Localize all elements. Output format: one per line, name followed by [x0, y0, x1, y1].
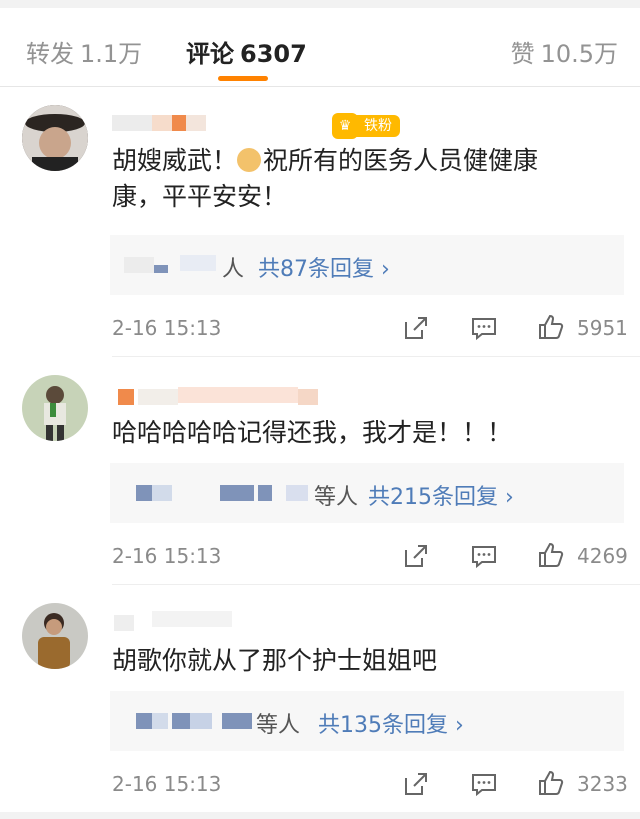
- avatar[interactable]: [22, 603, 88, 669]
- reply-count-link[interactable]: 共135条回复 ›: [318, 707, 464, 739]
- like-count: 4269: [577, 544, 628, 568]
- username-obscured[interactable]: [112, 609, 312, 631]
- reply-count-link[interactable]: 共87条回复 ›: [258, 251, 390, 283]
- avatar[interactable]: [22, 375, 88, 441]
- share-icon[interactable]: [402, 542, 430, 570]
- comment-icon[interactable]: [470, 314, 498, 342]
- reply-preview[interactable]: 人 共87条回复 ›: [110, 235, 624, 295]
- thumbs-up-icon[interactable]: [537, 769, 565, 797]
- reply-preview[interactable]: 等人 共135条回复 ›: [110, 691, 624, 751]
- avatar-image: [22, 375, 88, 441]
- tab-repost-count: 1.1万: [80, 40, 143, 68]
- active-tab-indicator: [218, 76, 268, 81]
- reply-suffix: 等人: [256, 713, 301, 738]
- timestamp: 2-16 15:13: [112, 544, 222, 568]
- tab-repost[interactable]: 转发 1.1万: [26, 34, 142, 69]
- thumbs-up-icon[interactable]: [537, 313, 565, 341]
- tab-like-label: 赞: [510, 40, 535, 68]
- reply-count-link[interactable]: 共215条回复 ›: [368, 479, 514, 511]
- tab-bar: 转发 1.1万 评论 6307 赞 10.5万: [0, 8, 640, 87]
- avatar-image: [22, 603, 88, 669]
- bottom-strip: [0, 812, 640, 819]
- comment-text-part: 祝所有的医务人员健健康: [263, 146, 539, 175]
- comment-item: 哈哈哈哈哈记得还我，我才是！！！ 等人 共215条回复 › 2-16 15:13…: [0, 357, 640, 585]
- like-count: 5951: [577, 316, 628, 340]
- thumbs-up-icon[interactable]: [537, 541, 565, 569]
- timestamp: 2-16 15:13: [112, 316, 222, 340]
- comment-item: 胡歌你就从了那个护士姐姐吧 等人 共135条回复 › 2-16 15:13 32…: [0, 585, 640, 812]
- comment-text: 胡嫂威武！ 祝所有的医务人员健健康 康，平平安安！: [112, 143, 612, 215]
- tab-comment[interactable]: 评论 6307: [186, 34, 307, 69]
- username-obscured[interactable]: [112, 387, 372, 409]
- share-icon[interactable]: [402, 770, 430, 798]
- top-strip: [0, 0, 640, 8]
- comment-text: 胡歌你就从了那个护士姐姐吧: [112, 646, 438, 675]
- reply-preview[interactable]: 等人 共215条回复 ›: [110, 463, 624, 523]
- avatar[interactable]: [22, 105, 88, 171]
- comment-icon[interactable]: [470, 542, 498, 570]
- avatar-image: [22, 105, 88, 171]
- fan-badge: 铁粉: [356, 115, 400, 137]
- comment-text: 哈哈哈哈哈记得还我，我才是！！！: [112, 418, 513, 447]
- tab-comment-label: 评论: [186, 40, 234, 68]
- reply-suffix: 等人: [314, 485, 359, 510]
- crown-icon: ♛: [332, 113, 358, 139]
- comment-text-part: 康，平平安安！: [112, 182, 288, 211]
- comment-item: ♛ 铁粉 胡嫂威武！ 祝所有的医务人员健健康 康，平平安安！ 人 共87条回复 ›…: [0, 87, 640, 357]
- tab-like[interactable]: 赞 10.5万: [511, 34, 618, 69]
- comment-icon[interactable]: [470, 770, 498, 798]
- username-obscured[interactable]: ♛ 铁粉: [112, 111, 402, 139]
- reply-suffix: 人: [222, 257, 245, 282]
- timestamp: 2-16 15:13: [112, 772, 222, 796]
- tab-comment-count: 6307: [240, 40, 307, 68]
- share-icon[interactable]: [402, 314, 430, 342]
- doge-emoji: [237, 148, 262, 172]
- comment-text-part: 胡嫂威武！: [112, 146, 238, 175]
- tab-repost-label: 转发: [26, 40, 74, 68]
- like-count: 3233: [577, 772, 628, 796]
- tab-like-count: 10.5万: [540, 40, 618, 68]
